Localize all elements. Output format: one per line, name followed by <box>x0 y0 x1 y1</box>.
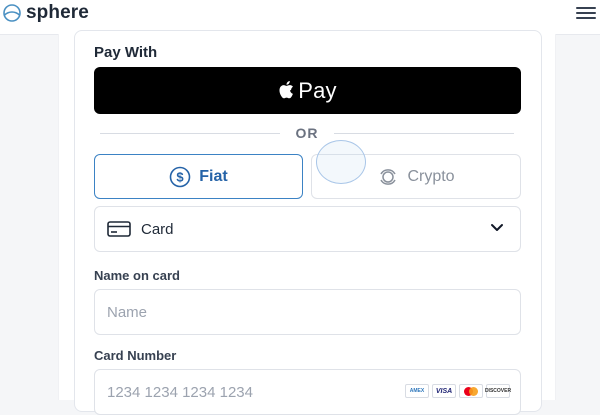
chevron-down-icon <box>491 224 503 231</box>
hamburger-menu-icon[interactable] <box>576 4 596 22</box>
name-on-card-label: Name on card <box>94 268 180 283</box>
apple-pay-label: Pay <box>298 77 337 103</box>
payment-method-select[interactable]: Card <box>94 206 521 252</box>
sphere-logo-icon <box>3 4 21 22</box>
apple-icon <box>279 80 294 98</box>
or-divider: OR <box>100 125 514 141</box>
credit-card-icon <box>107 221 131 237</box>
brand-logo[interactable]: sphere <box>2 2 89 24</box>
brand-name: sphere <box>26 2 89 23</box>
tab-fiat-label: Fiat <box>199 167 228 185</box>
name-on-card-input[interactable] <box>94 289 521 335</box>
tab-fiat[interactable]: $ Fiat <box>94 154 303 199</box>
svg-text:$: $ <box>177 169 185 184</box>
apple-pay-button[interactable]: Pay <box>94 67 521 114</box>
card-number-label: Card Number <box>94 348 177 363</box>
accepted-card-brands: AMEX VISA DISCOVER <box>405 384 511 398</box>
dollar-circle-icon: $ <box>169 166 191 187</box>
amex-icon: AMEX <box>405 384 429 398</box>
touch-indicator <box>316 140 366 184</box>
crypto-coin-icon <box>380 168 397 185</box>
mastercard-icon <box>459 384 483 398</box>
discover-icon: DISCOVER <box>485 384 511 398</box>
tab-crypto-label: Crypto <box>407 167 455 185</box>
pay-with-heading: Pay With <box>94 44 158 61</box>
payment-method-value: Card <box>141 220 174 238</box>
visa-icon: VISA <box>432 384 456 398</box>
